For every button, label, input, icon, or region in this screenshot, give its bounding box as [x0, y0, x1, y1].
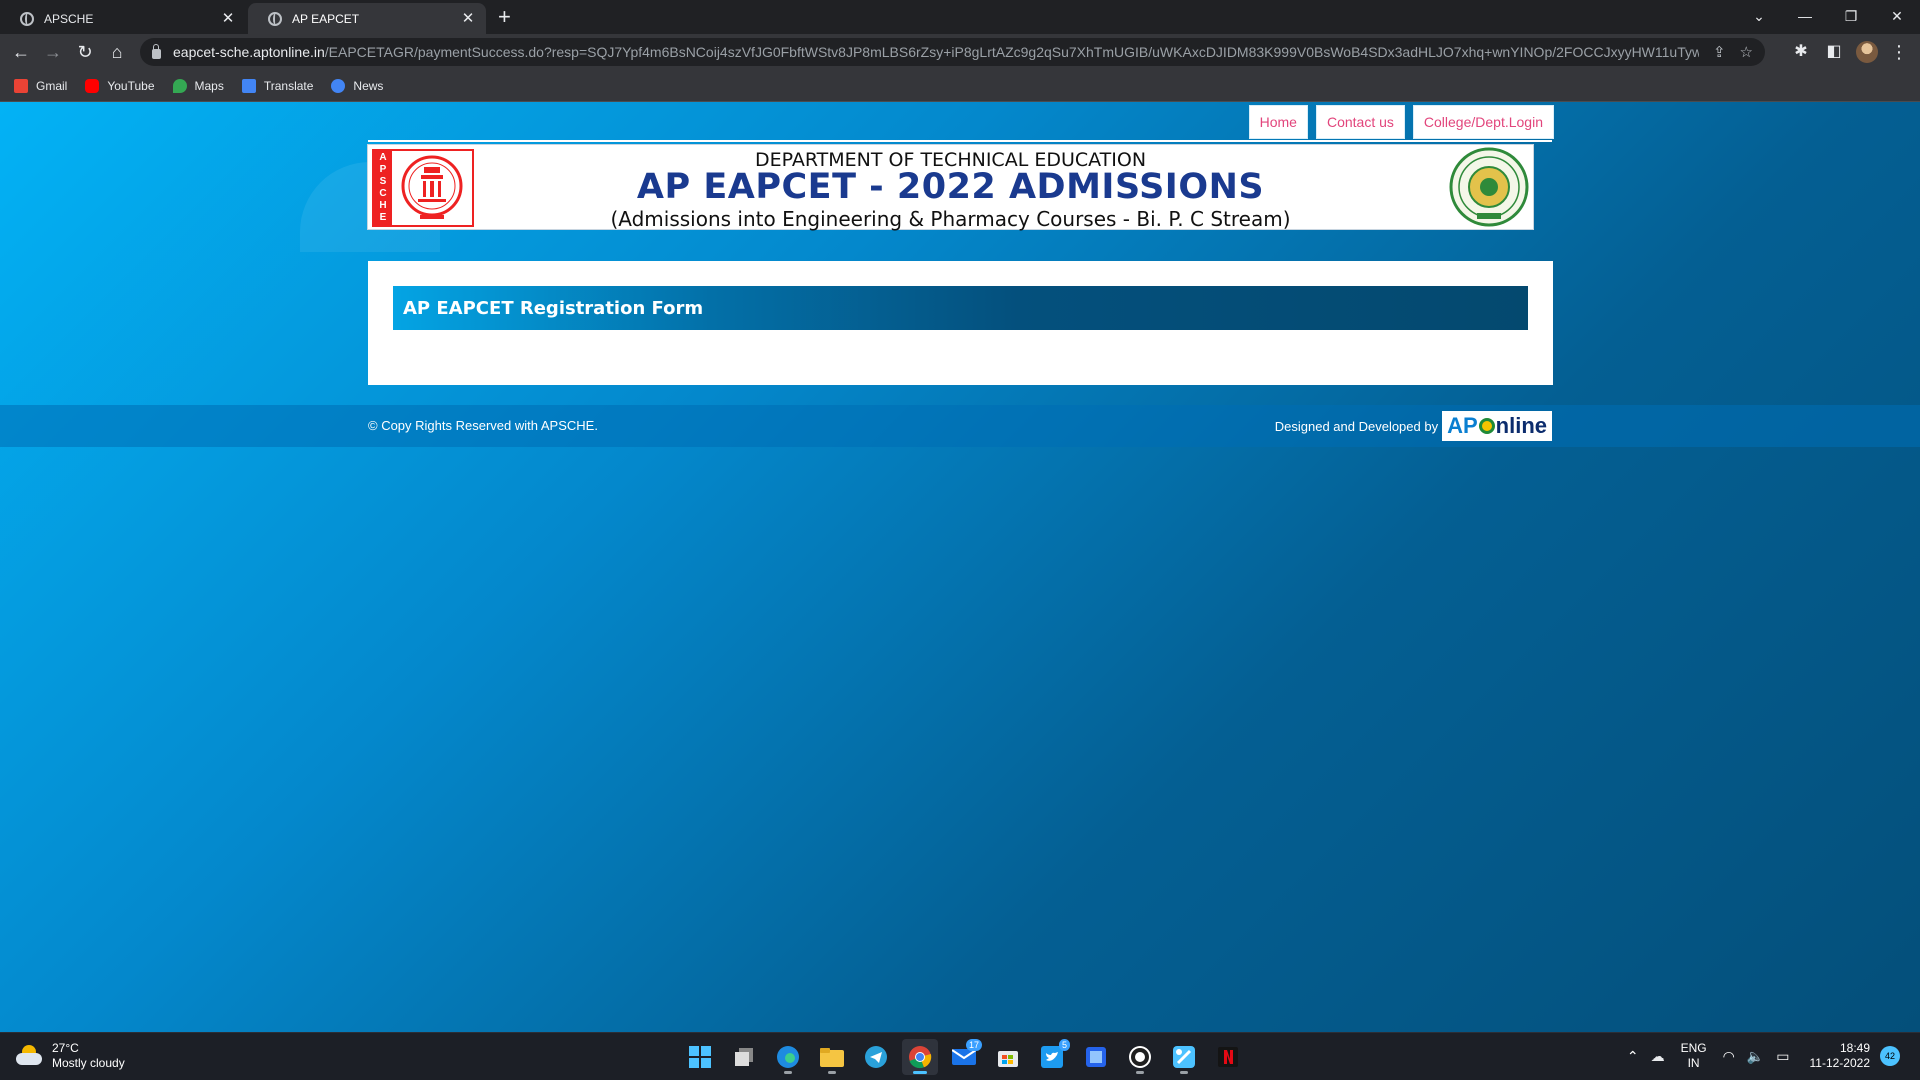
maps-icon: [172, 78, 187, 93]
taskbar-apps: 17 5: [682, 1039, 1246, 1075]
onedrive-icon[interactable]: ☁: [1651, 1048, 1665, 1065]
restore-button[interactable]: ❐: [1828, 2, 1874, 30]
twitter-icon[interactable]: 5: [1034, 1039, 1070, 1075]
banner-title: AP EAPCET - 2022 ADMISSIONS: [636, 167, 1265, 207]
clock[interactable]: 18:49 11-12-2022: [1810, 1041, 1871, 1071]
start-icon[interactable]: [682, 1039, 718, 1075]
nav-college-login-link[interactable]: College/Dept.Login: [1412, 105, 1554, 139]
notification-badge[interactable]: 42: [1880, 1046, 1900, 1066]
battery-icon[interactable]: ▭: [1776, 1048, 1789, 1065]
close-tab-icon[interactable]: ✕: [460, 10, 476, 27]
bookmark-news[interactable]: News: [331, 78, 383, 93]
reload-button[interactable]: ↻: [72, 39, 98, 65]
whatsapp-icon[interactable]: [1122, 1039, 1158, 1075]
show-hidden-icons-chevron-icon[interactable]: ⌃: [1627, 1048, 1639, 1065]
chrome-icon[interactable]: [902, 1039, 938, 1075]
aponline-o-icon: [1478, 418, 1495, 434]
wifi-icon[interactable]: ◠: [1723, 1048, 1735, 1065]
browser-toolbar: ← → ↻ ⌂ eapcet-sche.aptonline.in/EAPCETA…: [0, 34, 1920, 70]
side-panel-icon[interactable]: ◧: [1821, 39, 1847, 65]
page-content: Home Contact us College/Dept.Login A P S…: [0, 102, 1920, 1032]
page-footer: © Copy Rights Reserved with APSCHE. Desi…: [0, 405, 1920, 447]
tab-ap-eapcet[interactable]: AP EAPCET ✕: [248, 3, 486, 34]
weather-temperature: 27°C: [52, 1041, 79, 1055]
registration-form-title: AP EAPCET Registration Form: [403, 297, 704, 319]
address-bar[interactable]: eapcet-sche.aptonline.in/EAPCETAGR/payme…: [140, 38, 1765, 66]
bookmark-star-icon[interactable]: ☆: [1740, 43, 1753, 61]
tab-search-chevron-icon[interactable]: ⌄: [1736, 2, 1782, 30]
menu-icon[interactable]: ⋮: [1886, 39, 1912, 65]
clock-time: 18:49: [1839, 1041, 1870, 1055]
snipping-tool-icon[interactable]: [1166, 1039, 1202, 1075]
weather-description: Mostly cloudy: [52, 1056, 125, 1070]
lock-icon[interactable]: [152, 44, 161, 59]
ap-government-seal-icon: [1449, 147, 1529, 227]
developer-credit: Designed and Developed by AP nline: [1275, 411, 1552, 441]
top-navigation: Home Contact us College/Dept.Login: [1248, 105, 1554, 139]
partly-cloudy-icon: [16, 1045, 44, 1067]
home-button[interactable]: ⌂: [104, 39, 130, 65]
clock-date: 11-12-2022: [1809, 1056, 1871, 1070]
bookmarks-bar: Gmail YouTube Maps Translate News: [0, 70, 1920, 102]
url-text[interactable]: eapcet-sche.aptonline.in/EAPCETAGR/payme…: [173, 44, 1699, 60]
weather-widget[interactable]: 27°C Mostly cloudy: [16, 1041, 125, 1071]
extensions-icon[interactable]: ✱: [1788, 39, 1814, 65]
bookmark-translate[interactable]: Translate: [241, 78, 313, 93]
copyright-text: © Copy Rights Reserved with APSCHE.: [368, 418, 598, 433]
designed-by-text: Designed and Developed by: [1274, 418, 1439, 434]
banner-subtitle: (Admissions into Engineering & Pharmacy …: [610, 207, 1291, 231]
news-icon: [331, 78, 346, 93]
blue-app-icon[interactable]: [1078, 1039, 1114, 1075]
new-tab-button[interactable]: +: [498, 5, 511, 29]
bookmark-maps[interactable]: Maps: [172, 78, 224, 93]
netflix-icon[interactable]: [1210, 1039, 1246, 1075]
minimize-button[interactable]: —: [1782, 2, 1828, 30]
gmail-icon: [14, 78, 28, 93]
close-window-button[interactable]: ✕: [1874, 2, 1920, 30]
nav-home-link[interactable]: Home: [1248, 105, 1308, 139]
tab-apsche[interactable]: APSCHE ✕: [0, 3, 246, 34]
store-icon[interactable]: [990, 1039, 1026, 1075]
language-indicator[interactable]: ENG IN: [1681, 1041, 1707, 1071]
registration-form-header: AP EAPCET Registration Form: [393, 286, 1528, 330]
windows-taskbar: 27°C Mostly cloudy 17 5 ⌃ ☁ ENG IN ◠ 🔈 ▭…: [0, 1032, 1920, 1080]
aponline-logo[interactable]: AP nline: [1442, 411, 1552, 441]
nav-contact-link[interactable]: Contact us: [1315, 105, 1405, 139]
registration-card: AP EAPCET Registration Form: [368, 261, 1553, 385]
telegram-icon[interactable]: [858, 1039, 894, 1075]
profile-avatar[interactable]: [1856, 41, 1878, 63]
youtube-icon: [85, 78, 100, 93]
globe-icon: [20, 11, 34, 26]
tab-title: APSCHE: [44, 11, 94, 26]
mail-icon[interactable]: 17: [946, 1039, 982, 1075]
share-icon[interactable]: ⇪: [1713, 43, 1726, 61]
edge-icon[interactable]: [770, 1039, 806, 1075]
bookmark-gmail[interactable]: Gmail: [14, 78, 67, 93]
forward-button[interactable]: →: [40, 39, 66, 65]
tab-title: AP EAPCET: [292, 11, 360, 26]
volume-icon[interactable]: 🔈: [1747, 1048, 1764, 1065]
close-tab-icon[interactable]: ✕: [220, 10, 236, 27]
task-view-icon[interactable]: [726, 1039, 762, 1075]
system-tray: ⌃ ☁ ENG IN ◠ 🔈 ▭ 18:49 11-12-2022 42: [1621, 1041, 1900, 1071]
back-button[interactable]: ←: [8, 39, 34, 65]
file-explorer-icon[interactable]: [814, 1039, 850, 1075]
browser-tabstrip: APSCHE ✕ AP EAPCET ✕ + ⌄ — ❐ ✕: [0, 0, 1920, 34]
bookmark-youtube[interactable]: YouTube: [85, 78, 155, 93]
translate-icon: [241, 78, 256, 93]
globe-icon: [268, 11, 282, 26]
divider: [368, 140, 1552, 142]
header-banner: A P S C H E DEPARTMENT OF TECHNICAL EDUC…: [367, 144, 1534, 231]
